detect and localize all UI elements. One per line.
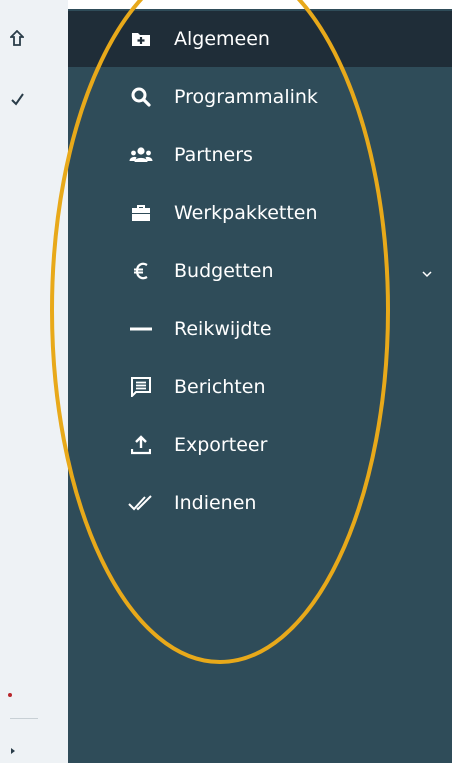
sidebar-item-label: Budgetten: [174, 260, 274, 282]
message-icon: [128, 374, 154, 400]
dash-icon: [128, 316, 154, 342]
sidebar-item-berichten[interactable]: Berichten: [68, 359, 452, 415]
caret-icon[interactable]: [10, 742, 16, 758]
sidebar-item-werkpakketten[interactable]: Werkpakketten: [68, 185, 452, 241]
sidebar-item-label: Programmalink: [174, 86, 318, 108]
briefcase-icon: [128, 200, 154, 226]
sidebar-item-label: Exporteer: [174, 434, 268, 456]
sidebar-item-label: Werkpakketten: [174, 202, 318, 224]
top-strip: [68, 0, 452, 9]
search-icon: [128, 84, 154, 110]
folder-plus-icon: [128, 26, 154, 52]
upload-icon: [128, 432, 154, 458]
sidebar-item-label: Berichten: [174, 376, 266, 398]
sidebar-item-label: Algemeen: [174, 28, 270, 50]
chevron-down-icon[interactable]: [422, 263, 432, 282]
sidebar-item-label: Partners: [174, 144, 253, 166]
sidebar-item-reikwijdte[interactable]: Reikwijdte: [68, 301, 452, 357]
sidebar-item-label: Reikwijdte: [174, 318, 272, 340]
sidebar-item-indienen[interactable]: Indienen: [68, 475, 452, 531]
sidebar-item-partners[interactable]: Partners: [68, 127, 452, 183]
home-icon[interactable]: [8, 29, 26, 49]
euro-icon: [128, 258, 154, 284]
dot-icon: [8, 693, 12, 697]
double-check-icon: [128, 490, 154, 516]
rail-divider: [10, 718, 38, 719]
sidebar-item-programmalink[interactable]: Programmalink: [68, 69, 452, 125]
check-icon[interactable]: [10, 92, 24, 109]
sidebar: Algemeen Programmalink Partners Werkpakk…: [68, 0, 452, 763]
sidebar-item-label: Indienen: [174, 492, 257, 514]
sidebar-item-algemeen[interactable]: Algemeen: [68, 11, 452, 67]
sidebar-item-exporteer[interactable]: Exporteer: [68, 417, 452, 473]
left-rail: [0, 0, 68, 763]
users-icon: [128, 142, 154, 168]
sidebar-item-budgetten[interactable]: Budgetten: [68, 243, 452, 299]
